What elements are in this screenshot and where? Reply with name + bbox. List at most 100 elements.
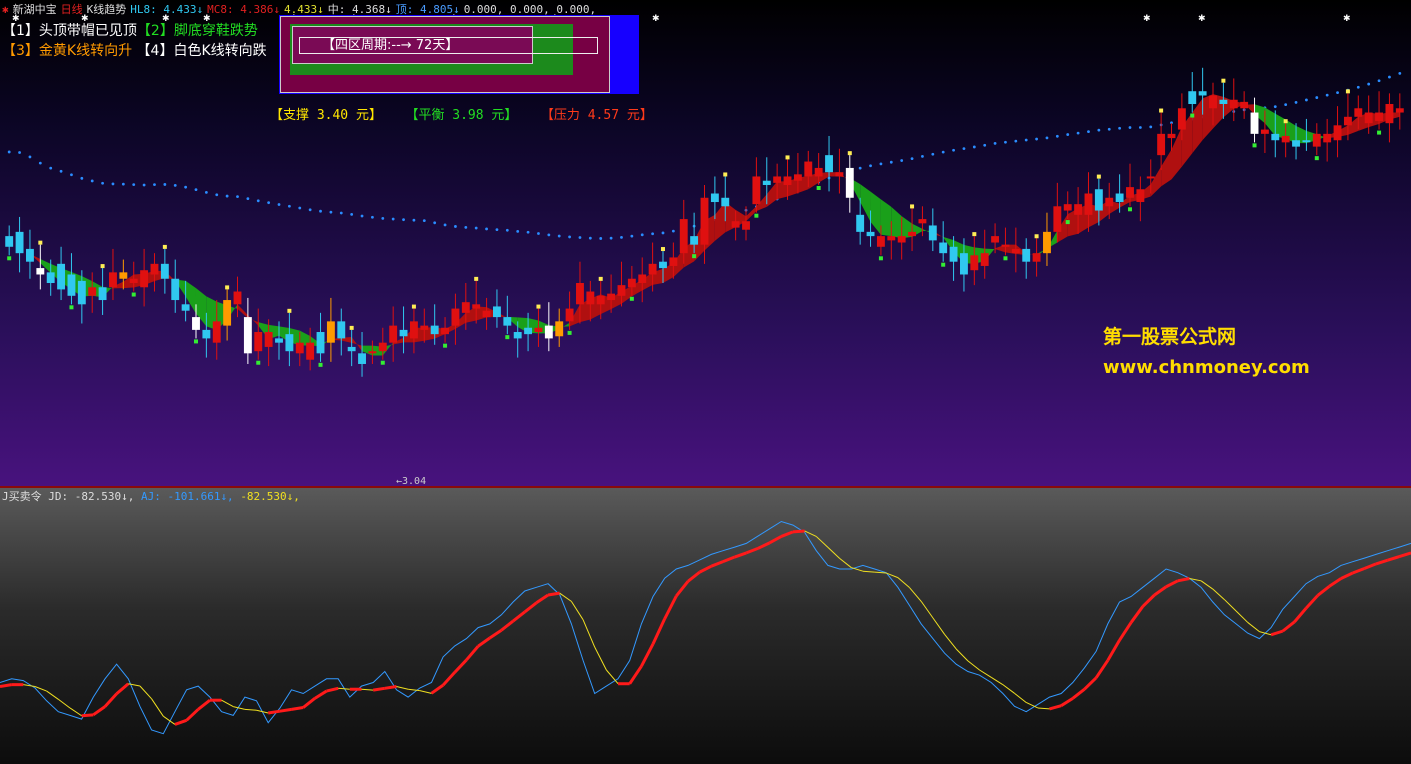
jd-line-segment [1247, 622, 1260, 632]
jd-line-segment [419, 690, 432, 694]
jd-line-segment [722, 555, 736, 563]
jd-line-segment [523, 601, 538, 614]
jd-line-segment [92, 705, 106, 717]
aj-line [0, 520, 1411, 735]
stock-name: 新湖中宝 [12, 3, 57, 16]
jd-line-segment [115, 682, 130, 695]
indicator-header: J买卖令 JD: -82.530↓, AJ: -101.661↓, -82.53… [2, 488, 300, 504]
jd-line-segment [1293, 607, 1308, 623]
jd-line-segment [465, 645, 480, 661]
jd-line-segment [1387, 555, 1400, 562]
signal-row-1: 【1】头顶带帽已见顶【2】脚底穿鞋跌势 [2, 20, 258, 40]
jd-line-segment [920, 601, 934, 619]
jd-line-segment [582, 619, 596, 648]
jd-value: JD: -82.530↓, [48, 490, 135, 503]
jd-line-segment [221, 699, 234, 708]
jd-line-segment [851, 567, 864, 572]
jd-line-segment [1224, 599, 1237, 612]
jd-line-segment [1049, 704, 1062, 711]
jd-line-segment [1118, 621, 1133, 642]
jd-line-segment [128, 683, 141, 687]
jd-line-segment [944, 634, 957, 650]
jd-line-segment [372, 686, 386, 692]
hl8-value: HL8: 4.433↓ [130, 3, 204, 16]
jd-line-segment [314, 689, 328, 700]
jd-line-segment [663, 595, 678, 620]
jd-line-segment [909, 587, 922, 602]
jd-line-segment [1398, 551, 1411, 559]
jd-line-segment [687, 570, 701, 583]
jd-line-segment [512, 610, 526, 623]
jd-line-segment [698, 564, 713, 574]
j-indicator-chart[interactable] [0, 0, 1411, 764]
support-level: 【支撑 3.40 元】 [270, 108, 382, 123]
watermark-url[interactable]: www.chnmoney.com [1103, 357, 1310, 378]
jd-line-segment [1281, 620, 1296, 633]
jd-line-segment [1037, 707, 1050, 710]
jd-line-segment [897, 577, 910, 589]
jd-line-segment [745, 546, 759, 555]
jd-line-segment [862, 570, 875, 573]
jd-line-segment [23, 684, 36, 687]
jd-line-segment [1316, 585, 1331, 597]
signal-row-2: 【3】金黄K线转向升 【4】白色K线转向跌 [2, 40, 267, 60]
jd-line-segment [734, 551, 747, 559]
jd-line-segment [174, 718, 188, 726]
jd-line-segment [1165, 579, 1179, 589]
jd-line-segment [1141, 593, 1156, 608]
watermark-title: 第一股票公式网 [1103, 326, 1237, 348]
jd-line-segment [1270, 629, 1284, 637]
indicator-title: J买卖令 [2, 490, 42, 503]
jd-line-segment [1304, 594, 1319, 610]
jd-line-segment [827, 547, 840, 559]
jd-line-segment [605, 669, 619, 685]
jd-line-segment [0, 683, 12, 688]
jd-line-segment [267, 709, 281, 715]
jd-line-segment [291, 706, 304, 711]
jd-line-segment [185, 708, 200, 722]
jd-line-segment [967, 660, 980, 671]
jd-line-segment [570, 601, 584, 620]
jd-line-segment [1328, 577, 1342, 588]
last-value: -82.530↓, [240, 490, 300, 503]
balance-level: 【平衡 3.98 元】 [405, 108, 518, 123]
jd-line-segment [500, 619, 515, 632]
jd-line-segment [1212, 588, 1225, 600]
title-icon: ✱ [2, 3, 9, 16]
jd-line-segment [453, 658, 468, 674]
jd-line-segment [1340, 571, 1354, 580]
low-price-label: ←3.04 [396, 476, 427, 487]
signal-bottom: 【2】脚底穿鞋跌势 [136, 23, 258, 39]
jd-line-segment [326, 686, 339, 693]
pressure-level: 【压力 4.57 元】 [540, 108, 653, 123]
jd-line-segment [1200, 580, 1214, 590]
jd-line-segment [839, 558, 852, 568]
jd-line-segment [651, 618, 667, 645]
jd-line-segment [302, 697, 316, 709]
jd-line-segment [103, 692, 118, 708]
jd-line-segment [547, 591, 560, 597]
signal-white: 【4】白色K线转向跌 [136, 43, 267, 59]
jd-line-segment [1094, 659, 1110, 679]
jd-line-segment [1375, 558, 1389, 566]
signal-gold: 【3】金黄K线转向升 [2, 43, 133, 59]
jd-line-segment [932, 617, 945, 635]
jd-line-segment [1129, 605, 1145, 624]
jd-line-segment [1352, 567, 1365, 575]
jd-line-segment [1060, 697, 1074, 707]
jd-line-segment [757, 541, 771, 550]
jd-line-segment [792, 529, 805, 534]
jd-line-segment [1153, 585, 1167, 597]
jd-line-segment [1363, 562, 1377, 570]
jd-line-segment [675, 580, 690, 597]
jd-line-segment [81, 713, 94, 718]
jd-line-segment [338, 687, 350, 690]
jd-line-segment [768, 535, 783, 545]
period-label[interactable]: 日线 [61, 3, 83, 16]
jd-line-segment [384, 684, 397, 690]
jd-line-segment [69, 707, 82, 717]
aj-value: AJ: -101.661↓, [140, 490, 234, 503]
jd-line-segment [1235, 610, 1249, 623]
jd-line-segment [197, 699, 211, 711]
jd-line-segment [151, 698, 164, 717]
